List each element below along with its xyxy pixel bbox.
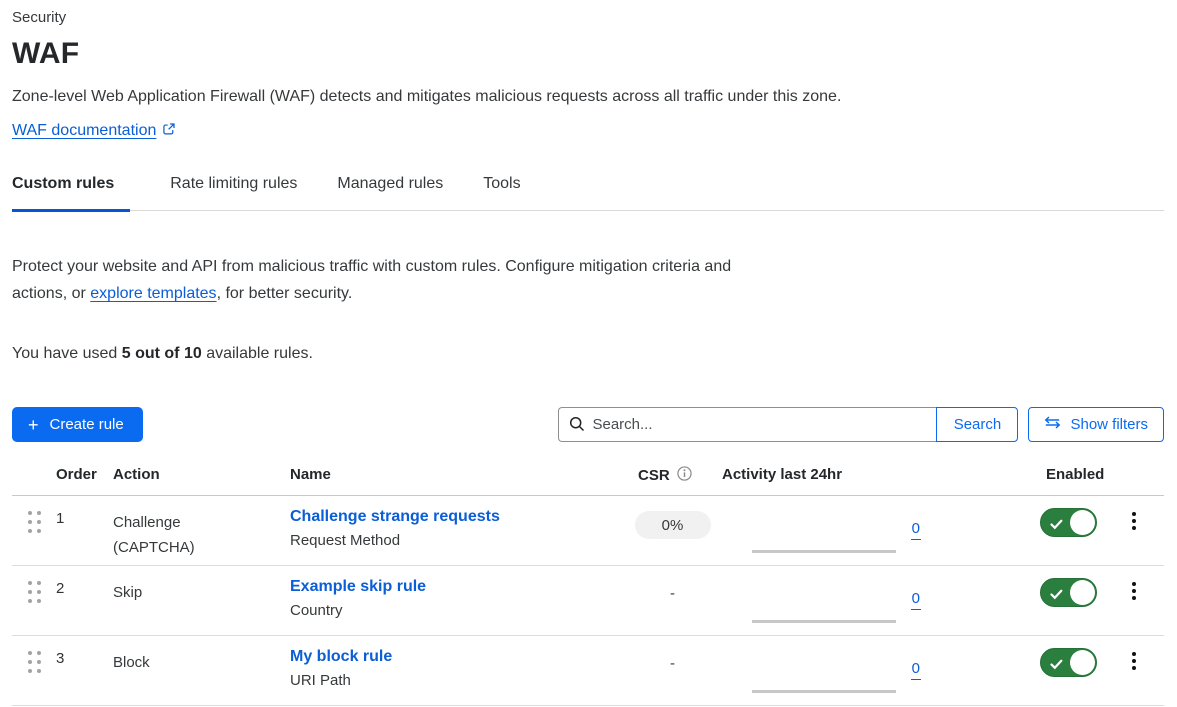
- search-input[interactable]: [558, 407, 936, 442]
- intro-text: Protect your website and API from malici…: [12, 253, 752, 307]
- rule-field: Request Method: [290, 532, 630, 549]
- drag-handle-icon[interactable]: [12, 496, 56, 533]
- tab-tools[interactable]: Tools: [483, 174, 520, 210]
- waf-documentation-link[interactable]: WAF documentation: [12, 122, 156, 139]
- activity-count-link[interactable]: 0: [911, 520, 921, 540]
- rule-action-line1: Skip: [113, 580, 290, 605]
- rule-field: Country: [290, 602, 630, 619]
- tab-bar: Custom rules Rate limiting rules Managed…: [12, 174, 1164, 211]
- table-row: 2 Skip Example skip rule Country - 0: [12, 566, 1164, 636]
- page-description: Zone-level Web Application Firewall (WAF…: [12, 87, 1164, 107]
- explore-templates-link[interactable]: explore templates: [90, 285, 216, 302]
- check-icon: [1050, 587, 1063, 605]
- toggle-knob: [1070, 650, 1095, 675]
- rules-table: Order Action Name CSR Activity last 24hr…: [12, 462, 1164, 706]
- csr-value: -: [670, 651, 675, 672]
- kebab-menu-icon[interactable]: [1126, 510, 1142, 532]
- csr-header-label: CSR: [638, 467, 670, 484]
- waf-page: Security WAF Zone-level Web Application …: [0, 0, 1177, 706]
- search-button[interactable]: Search: [936, 407, 1018, 442]
- page-title: WAF: [12, 36, 1164, 72]
- check-icon: [1050, 517, 1063, 535]
- show-filters-label: Show filters: [1070, 416, 1148, 433]
- csr-cell: 0%: [630, 496, 715, 539]
- tab-rate-limiting-rules[interactable]: Rate limiting rules: [170, 174, 297, 210]
- rule-name-cell: Challenge strange requests Request Metho…: [290, 496, 630, 549]
- kebab-menu-icon[interactable]: [1126, 580, 1142, 602]
- rule-action: Block: [113, 636, 290, 675]
- breadcrumb: Security: [12, 0, 1164, 27]
- plus-icon: +: [28, 416, 39, 434]
- menu-cell: [1105, 496, 1164, 532]
- csr-badge: 0%: [635, 511, 711, 539]
- enabled-toggle[interactable]: [1040, 648, 1097, 677]
- enabled-cell: [1035, 496, 1105, 537]
- tab-custom-rules[interactable]: Custom rules: [12, 174, 130, 210]
- show-filters-button[interactable]: Show filters: [1028, 407, 1164, 442]
- activity-cell: 0: [715, 636, 935, 706]
- search-group: Search Show filters: [558, 407, 1164, 442]
- intro-text-after: , for better security.: [217, 285, 353, 302]
- rule-action-line2: (CAPTCHA): [113, 535, 290, 560]
- rule-action: Challenge (CAPTCHA): [113, 496, 290, 560]
- rule-order: 1: [56, 496, 113, 527]
- rule-name-link[interactable]: Challenge strange requests: [290, 508, 500, 525]
- search-wrap: [558, 407, 936, 442]
- rule-action-line1: Block: [113, 650, 290, 675]
- usage-count: 5 out of 10: [122, 345, 202, 362]
- col-header-order: Order: [56, 466, 113, 483]
- check-icon: [1050, 657, 1063, 675]
- col-header-name: Name: [290, 466, 630, 483]
- activity-sparkline: [752, 620, 896, 623]
- rule-name-cell: My block rule URI Path: [290, 636, 630, 689]
- rule-action: Skip: [113, 566, 290, 605]
- rule-name-link[interactable]: My block rule: [290, 648, 392, 665]
- tab-managed-rules[interactable]: Managed rules: [337, 174, 443, 210]
- activity-count-link[interactable]: 0: [911, 660, 921, 680]
- activity-cell: 0: [715, 496, 935, 566]
- col-header-activity: Activity last 24hr: [715, 466, 935, 483]
- rule-order: 2: [56, 566, 113, 597]
- activity-count-link[interactable]: 0: [911, 590, 921, 610]
- col-header-csr: CSR: [630, 466, 715, 485]
- rule-order: 3: [56, 636, 113, 667]
- enabled-cell: [1035, 636, 1105, 677]
- csr-value: -: [670, 581, 675, 602]
- activity-cell: 0: [715, 566, 935, 636]
- usage-text: You have used 5 out of 10 available rule…: [12, 344, 1164, 364]
- search-icon: [569, 416, 585, 437]
- create-rule-button[interactable]: + Create rule: [12, 407, 143, 442]
- enabled-cell: [1035, 566, 1105, 607]
- drag-handle-icon[interactable]: [12, 566, 56, 603]
- rule-name-link[interactable]: Example skip rule: [290, 578, 426, 595]
- csr-cell: -: [630, 566, 715, 602]
- rule-action-line1: Challenge: [113, 510, 290, 535]
- create-rule-label: Create rule: [50, 416, 124, 433]
- menu-cell: [1105, 566, 1164, 602]
- swap-arrows-icon: [1044, 416, 1061, 433]
- enabled-toggle[interactable]: [1040, 508, 1097, 537]
- doc-link-row: WAF documentation: [12, 121, 1164, 142]
- col-header-action: Action: [113, 466, 290, 483]
- col-header-enabled: Enabled: [1035, 466, 1105, 483]
- toggle-knob: [1070, 580, 1095, 605]
- activity-sparkline: [752, 690, 896, 693]
- rules-toolbar: + Create rule Search Show filters: [12, 407, 1164, 442]
- table-row: 1 Challenge (CAPTCHA) Challenge strange …: [12, 496, 1164, 566]
- table-header-row: Order Action Name CSR Activity last 24hr…: [12, 462, 1164, 496]
- usage-before: You have used: [12, 345, 122, 362]
- rule-field: URI Path: [290, 672, 630, 689]
- rule-name-cell: Example skip rule Country: [290, 566, 630, 619]
- kebab-menu-icon[interactable]: [1126, 650, 1142, 672]
- activity-sparkline: [752, 550, 896, 553]
- drag-handle-icon[interactable]: [12, 636, 56, 673]
- enabled-toggle[interactable]: [1040, 578, 1097, 607]
- external-link-icon: [162, 122, 176, 142]
- info-icon[interactable]: [677, 466, 692, 485]
- toggle-knob: [1070, 510, 1095, 535]
- table-row: 3 Block My block rule URI Path - 0: [12, 636, 1164, 706]
- usage-after: available rules.: [202, 345, 313, 362]
- menu-cell: [1105, 636, 1164, 672]
- csr-cell: -: [630, 636, 715, 672]
